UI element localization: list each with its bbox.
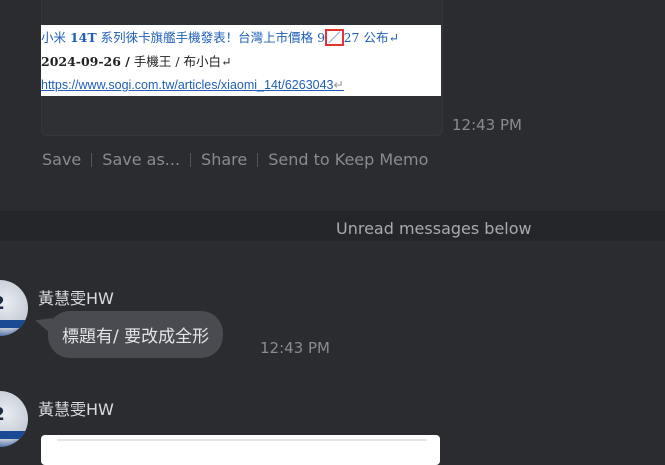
action-separator — [190, 152, 192, 167]
action-separator — [91, 152, 93, 167]
message-text: 標題有/ 要改成全形 — [62, 327, 210, 347]
avatar[interactable]: 識 2 — [0, 391, 28, 447]
avatar[interactable]: 識 2 — [0, 280, 28, 336]
save-as-button[interactable]: Save as... — [102, 150, 180, 169]
url-text: https://www.sogi.com.tw/articles/xiaomi_… — [41, 78, 334, 92]
avatar-stripe — [0, 431, 28, 439]
image-line-date: 2024-09-26 / 手機王 / 布小白↵ — [41, 51, 231, 70]
date-text: 2024-09-26 / — [41, 54, 130, 69]
save-button[interactable]: Save — [42, 150, 81, 169]
message-time: 12:43 PM — [260, 339, 330, 357]
action-separator — [257, 152, 259, 167]
image-preview-edge — [57, 439, 427, 441]
title-mid: 系列徠卡旗艦手機發表！台灣上市價格 9 — [96, 30, 326, 45]
author-text: 手機王 / 布小白↵ — [129, 54, 232, 69]
image-actions: Save Save as... Share Send to Keep Memo — [42, 150, 428, 169]
unread-divider — [0, 211, 665, 241]
chat-view: 小米 14T 系列徠卡旗艦手機發表！台灣上市價格 9 ／ 27 公布↵ 2024-0… — [0, 0, 665, 465]
image-line-url: https://www.sogi.com.tw/articles/xiaomi_… — [41, 77, 344, 92]
title-prefix: 小米 — [41, 30, 70, 45]
highlighted-slash: ／ — [325, 29, 344, 46]
avatar-text: 識 2 — [0, 400, 5, 426]
sender-name[interactable]: 黃慧雯HW — [38, 396, 114, 420]
sender-name[interactable]: 黃慧雯HW — [38, 285, 114, 309]
title-bold: 14T — [69, 30, 97, 45]
avatar-stripe — [0, 320, 28, 328]
image-message[interactable] — [41, 435, 440, 465]
unread-divider-label: Unread messages below — [336, 219, 532, 238]
share-button[interactable]: Share — [201, 150, 247, 169]
image-message-time: 12:43 PM — [452, 116, 522, 134]
image-preview[interactable]: 小米 14T 系列徠卡旗艦手機發表！台灣上市價格 9 ／ 27 公布↵ 2024-0… — [41, 25, 441, 96]
message-bubble[interactable]: 標題有/ 要改成全形 — [48, 311, 224, 358]
avatar-text: 識 2 — [0, 289, 5, 315]
send-to-keep-memo-button[interactable]: Send to Keep Memo — [268, 150, 428, 169]
url-suffix: ↵ — [333, 78, 344, 92]
image-line-title: 小米 14T 系列徠卡旗艦手機發表！台灣上市價格 9 ／ 27 公布↵ — [41, 27, 399, 46]
title-suffix: 27 公布↵ — [343, 30, 399, 45]
